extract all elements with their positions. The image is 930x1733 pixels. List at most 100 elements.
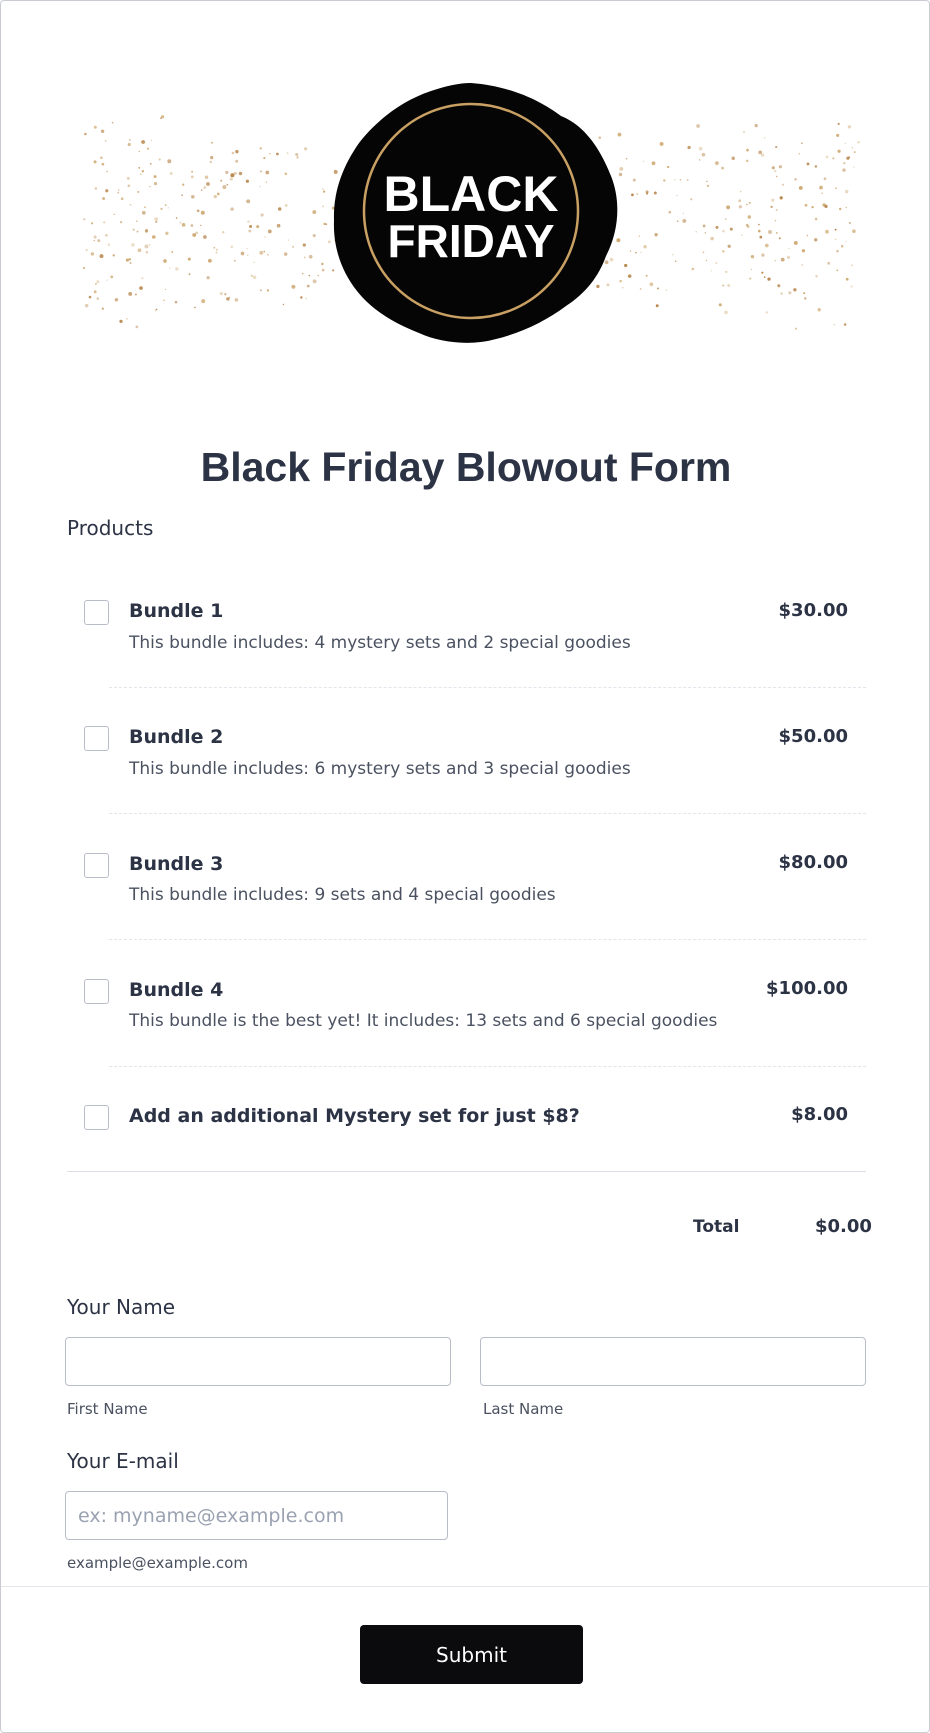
gold-dust-particle [175, 217, 178, 219]
gold-dust-particle [229, 177, 233, 181]
gold-dust-particle [631, 193, 634, 197]
gold-dust-particle [814, 238, 818, 242]
gold-dust-particle [786, 255, 791, 260]
first-name-input[interactable] [65, 1337, 451, 1386]
gold-dust-particle [222, 231, 225, 234]
gold-dust-particle [846, 156, 850, 160]
gold-dust-particle [659, 141, 664, 146]
gold-dust-particle [169, 172, 173, 175]
gold-dust-particle [113, 213, 115, 216]
gold-dust-particle [127, 184, 131, 188]
email-input[interactable] [65, 1491, 448, 1540]
submit-button[interactable]: Submit [360, 1625, 583, 1684]
gold-dust-particle [200, 189, 203, 191]
gold-dust-particle [632, 178, 636, 182]
product-name: Bundle 4 [129, 979, 224, 1001]
gold-dust-particle [682, 218, 687, 223]
gold-dust-particle [727, 244, 731, 248]
gold-dust-particle [679, 178, 682, 181]
gold-dust-particle [722, 284, 725, 287]
gold-dust-particle [306, 284, 310, 288]
gold-dust-particle [256, 225, 260, 229]
gold-dust-particle [119, 221, 123, 224]
gold-dust-particle [240, 251, 245, 256]
gold-dust-particle [627, 274, 632, 278]
gold-dust-particle [110, 275, 114, 279]
gold-dust-particle [265, 181, 267, 183]
gold-dust-particle [795, 327, 798, 330]
gold-dust-particle [635, 252, 637, 254]
gold-dust-particle [260, 289, 262, 292]
gold-dust-particle [195, 231, 199, 235]
gold-dust-particle [126, 176, 130, 180]
last-name-sublabel: Last Name [483, 1400, 564, 1418]
gold-dust-particle [746, 203, 748, 206]
product-price: $100.00 [766, 978, 848, 999]
gold-dust-particle [312, 279, 317, 284]
gold-dust-particle [774, 219, 777, 222]
gold-dust-particle [148, 243, 151, 246]
gold-dust-particle [643, 245, 647, 249]
email-label: Your E-mail [67, 1449, 179, 1473]
gold-dust-particle [246, 199, 251, 204]
gold-dust-particle [715, 261, 718, 265]
gold-dust-particle [250, 274, 254, 278]
gold-dust-particle [840, 244, 844, 248]
gold-dust-particle [179, 221, 182, 224]
gold-dust-particle [105, 234, 108, 237]
gold-dust-particle [233, 171, 237, 175]
gold-dust-particle [149, 185, 151, 188]
gold-dust-particle [308, 254, 313, 259]
gold-dust-particle [94, 187, 98, 190]
gold-dust-particle [825, 155, 829, 159]
last-name-input[interactable] [480, 1337, 866, 1386]
product-checkbox[interactable] [84, 853, 109, 878]
gold-dust-particle [842, 168, 846, 172]
gold-dust-particle [182, 183, 185, 186]
gold-dust-particle [857, 141, 860, 144]
product-checkbox[interactable] [84, 979, 109, 1004]
gold-dust-particle [638, 235, 641, 237]
gold-dust-particle [308, 274, 311, 277]
gold-dust-particle [171, 251, 174, 253]
product-checkbox[interactable] [84, 726, 109, 751]
gold-dust-particle [291, 284, 296, 289]
gold-dust-particle [851, 264, 853, 267]
gold-dust-particle [618, 172, 623, 177]
gold-dust-particle [806, 162, 810, 166]
gold-dust-particle [164, 288, 167, 291]
gold-dust-particle [128, 291, 133, 296]
gold-dust-particle [761, 271, 764, 274]
gold-dust-particle [770, 205, 773, 209]
gold-dust-particle [748, 201, 751, 204]
gold-dust-particle [235, 149, 239, 154]
gold-dust-particle [598, 136, 601, 139]
gold-dust-particle [117, 192, 119, 194]
gold-dust-particle [153, 175, 157, 179]
gold-dust-particle [282, 303, 285, 306]
gold-dust-particle [617, 132, 622, 137]
gold-dust-particle [837, 149, 841, 153]
gold-dust-particle [141, 277, 144, 280]
product-checkbox[interactable] [84, 600, 109, 625]
gold-dust-particle [801, 264, 804, 266]
gold-dust-particle [806, 234, 809, 237]
gold-dust-particle [134, 293, 137, 296]
gold-dust-particle [773, 169, 777, 173]
gold-dust-particle [247, 254, 249, 256]
gold-dust-particle [811, 205, 814, 209]
gold-dust-particle [750, 268, 753, 270]
product-checkbox[interactable] [84, 1105, 109, 1130]
gold-dust-particle [269, 152, 271, 155]
gold-dust-particle [263, 156, 266, 160]
gold-dust-particle [192, 233, 197, 237]
gold-dust-particle [777, 284, 781, 288]
gold-dust-particle [141, 140, 146, 144]
gold-dust-particle [835, 187, 837, 190]
gold-dust-particle [88, 295, 92, 299]
gold-dust-particle [224, 293, 227, 296]
gold-dust-particle [845, 240, 847, 243]
gold-dust-particle [93, 125, 97, 129]
gold-dust-particle [213, 194, 217, 199]
gold-dust-particle [645, 190, 649, 194]
